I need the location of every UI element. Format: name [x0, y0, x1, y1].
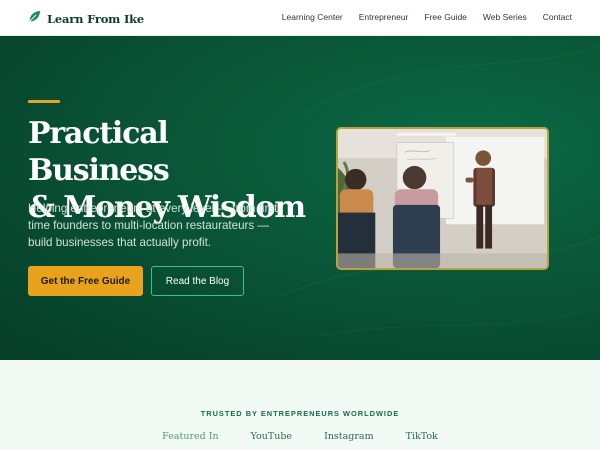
platform-tiktok[interactable]: TikTok: [406, 431, 438, 442]
platform-youtube[interactable]: YouTube: [251, 431, 292, 442]
hero-subtitle: Helping entrepreneurs at every level — f…: [28, 202, 282, 249]
hero-title-line1: Practical Business: [28, 116, 170, 188]
nav-contact[interactable]: Contact: [543, 12, 572, 22]
platform-instagram[interactable]: Instagram: [324, 431, 374, 442]
hero-section: Practical Business & Money Wisdom Helpin…: [0, 36, 600, 360]
trusted-label: TRUSTED BY ENTREPRENEURS WORLDWIDE: [200, 409, 400, 418]
nav-learning-center[interactable]: Learning Center: [282, 12, 343, 22]
trusted-section: TRUSTED BY ENTREPRENEURS WORLDWIDE Featu…: [0, 360, 600, 450]
site-header: Learn From Ike Learning Center Entrepren…: [0, 0, 600, 36]
nav-free-guide[interactable]: Free Guide: [424, 12, 467, 22]
nav-web-series[interactable]: Web Series: [483, 12, 527, 22]
brand-name: Learn From Ike: [47, 11, 145, 26]
leaf-icon: [28, 10, 41, 28]
hero-accent-bar: [28, 100, 60, 103]
read-blog-button[interactable]: Read the Blog: [151, 266, 244, 296]
platform-featured-in: Featured In: [162, 431, 219, 442]
main-nav: Learning Center Entrepreneur Free Guide …: [282, 12, 572, 22]
platform-list: Featured In YouTube Instagram TikTok: [0, 431, 600, 442]
presenter-photo-illustration: [338, 129, 547, 268]
nav-entrepreneur[interactable]: Entrepreneur: [359, 12, 409, 22]
brand-logo[interactable]: Learn From Ike: [28, 10, 145, 28]
get-free-guide-button[interactable]: Get the Free Guide: [28, 266, 143, 296]
hero-photo: [336, 127, 549, 270]
